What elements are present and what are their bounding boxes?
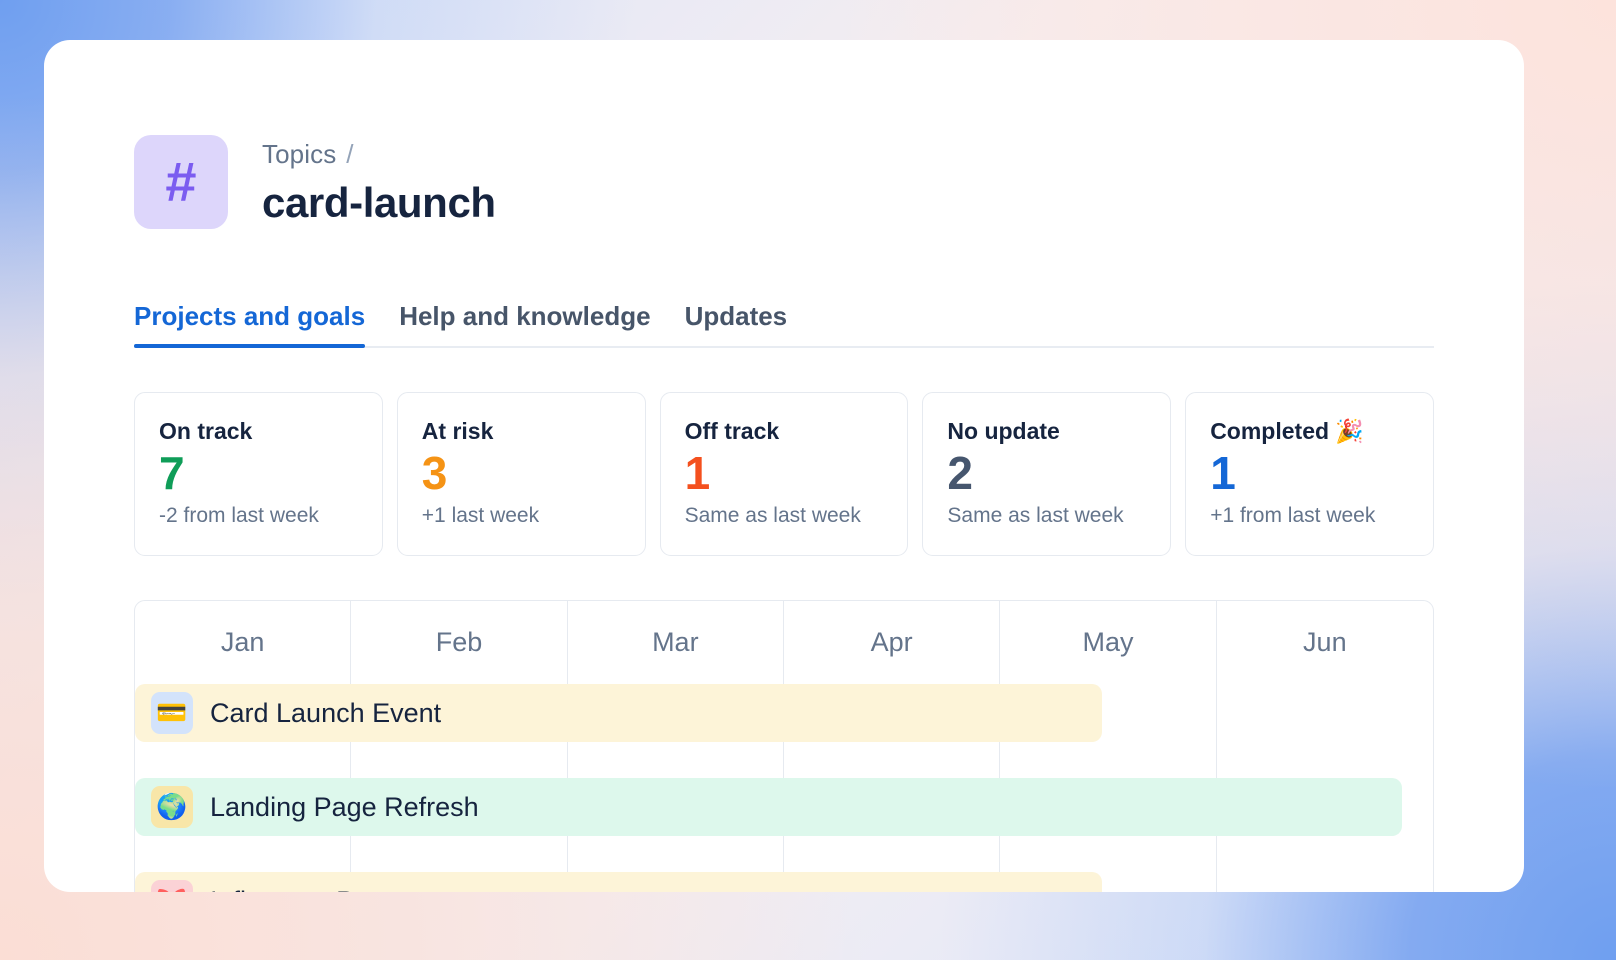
timeline-bar-landing-page-refresh[interactable]: 🌍 Landing Page Refresh	[135, 778, 1402, 836]
month-label-apr: Apr	[784, 627, 999, 658]
stat-card-no-update[interactable]: No update 2 Same as last week	[922, 392, 1171, 556]
stat-value: 1	[1210, 447, 1409, 500]
hash-icon: #	[134, 135, 228, 229]
tab-projects-and-goals[interactable]: Projects and goals	[134, 301, 365, 346]
tab-bar: Projects and goals Help and knowledge Up…	[134, 291, 1434, 348]
breadcrumb-parent-link[interactable]: Topics	[262, 139, 336, 169]
credit-card-icon-glyph: 💳	[156, 699, 187, 728]
month-label-jun: Jun	[1217, 627, 1433, 658]
tab-help-and-knowledge[interactable]: Help and knowledge	[399, 301, 650, 346]
timeline-bars: 💳 Card Launch Event 🌍 Landing Page Refre…	[135, 684, 1433, 892]
app-window: # Topics / card-launch Projects and goals…	[44, 40, 1524, 892]
timeline-bar-title: Landing Page Refresh	[210, 792, 479, 823]
page-header: # Topics / card-launch	[134, 40, 1434, 229]
breadcrumb-separator: /	[346, 139, 353, 169]
timeline-bar-card-launch-event[interactable]: 💳 Card Launch Event	[135, 684, 1102, 742]
stat-delta: -2 from last week	[159, 504, 358, 528]
hash-icon-glyph: #	[165, 154, 196, 210]
stat-delta: +1 last week	[422, 504, 621, 528]
stat-card-off-track[interactable]: Off track 1 Same as last week	[660, 392, 909, 556]
month-label-may: May	[1000, 627, 1215, 658]
bow-icon: 🎀	[151, 880, 193, 892]
bow-icon-glyph: 🎀	[156, 887, 187, 893]
timeline-row: 🎀 Influencer Program	[135, 872, 1433, 892]
stat-value: 2	[947, 447, 1146, 500]
stat-value: 3	[422, 447, 621, 500]
stat-card-on-track[interactable]: On track 7 -2 from last week	[134, 392, 383, 556]
page-title: card-launch	[262, 179, 496, 227]
status-summary-cards: On track 7 -2 from last week At risk 3 +…	[134, 392, 1434, 556]
stat-label: Completed 🎉	[1210, 418, 1409, 445]
tab-updates[interactable]: Updates	[685, 301, 788, 346]
timeline-bar-title: Card Launch Event	[210, 698, 441, 729]
month-label-jan: Jan	[135, 627, 350, 658]
stat-delta: +1 from last week	[1210, 504, 1409, 528]
globe-icon-glyph: 🌍	[156, 793, 187, 822]
breadcrumb: Topics /	[262, 139, 496, 170]
stat-card-completed[interactable]: Completed 🎉 1 +1 from last week	[1185, 392, 1434, 556]
stat-value: 1	[685, 447, 884, 500]
stat-value: 7	[159, 447, 358, 500]
timeline-bar-influencer-program[interactable]: 🎀 Influencer Program	[135, 872, 1102, 892]
stat-label: On track	[159, 418, 358, 445]
credit-card-icon: 💳	[151, 692, 193, 734]
stat-label: No update	[947, 418, 1146, 445]
stat-delta: Same as last week	[947, 504, 1146, 528]
page-background: # Topics / card-launch Projects and goals…	[0, 0, 1616, 960]
stat-label: At risk	[422, 418, 621, 445]
month-label-feb: Feb	[351, 627, 566, 658]
stat-delta: Same as last week	[685, 504, 884, 528]
month-label-mar: Mar	[568, 627, 783, 658]
timeline-row: 💳 Card Launch Event	[135, 684, 1433, 778]
globe-icon: 🌍	[151, 786, 193, 828]
project-timeline: Jan Feb Mar Apr May Jun	[134, 600, 1434, 892]
timeline-row: 🌍 Landing Page Refresh	[135, 778, 1433, 872]
stat-card-at-risk[interactable]: At risk 3 +1 last week	[397, 392, 646, 556]
timeline-bar-title: Influencer Program	[210, 886, 440, 893]
stat-label: Off track	[685, 418, 884, 445]
